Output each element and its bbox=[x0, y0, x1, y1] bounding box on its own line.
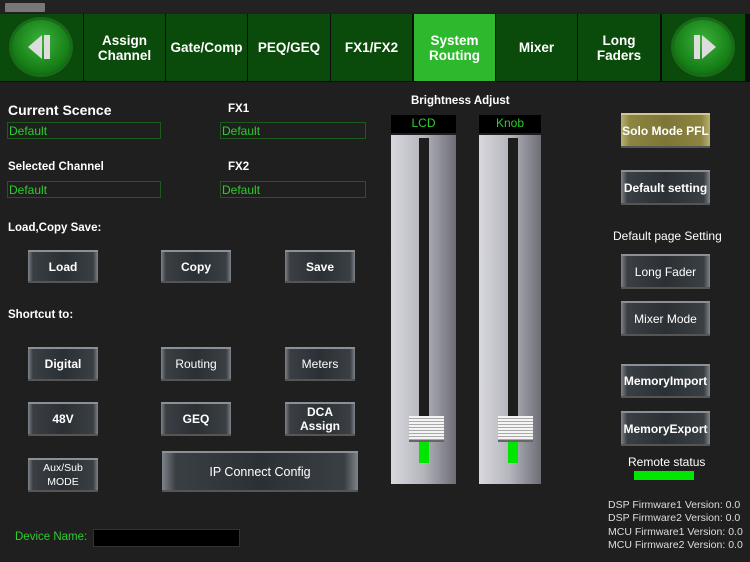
shortcut-label: Shortcut to: bbox=[8, 309, 74, 321]
digital-button[interactable]: Digital bbox=[28, 347, 98, 381]
device-name-input[interactable] bbox=[93, 529, 240, 547]
selected-channel-field[interactable]: Default bbox=[7, 181, 161, 198]
tab-system-routing[interactable]: System Routing bbox=[414, 14, 495, 81]
slider-track bbox=[508, 138, 518, 463]
next-icon bbox=[674, 20, 732, 74]
slider-thumb[interactable] bbox=[409, 416, 444, 442]
fx1-field[interactable]: Default bbox=[220, 122, 366, 139]
status-strip bbox=[0, 0, 750, 13]
remote-status-indicator bbox=[634, 471, 694, 480]
slider-fill bbox=[419, 442, 429, 463]
nav-bar: Assign Channel Gate/Comp PEQ/GEQ FX1/FX2… bbox=[0, 14, 750, 82]
window-handle bbox=[5, 3, 45, 12]
slider-fill bbox=[508, 442, 518, 463]
remote-status-label: Remote status bbox=[628, 455, 706, 469]
default-setting-button[interactable]: Default setting bbox=[621, 170, 710, 205]
knob-brightness-slider[interactable] bbox=[479, 135, 541, 484]
routing-button[interactable]: Routing bbox=[161, 347, 231, 381]
current-scene-label: Current Scence bbox=[8, 102, 112, 118]
tab-mixer[interactable]: Mixer bbox=[496, 14, 577, 81]
save-button[interactable]: Save bbox=[285, 250, 355, 283]
prev-page-button[interactable] bbox=[0, 14, 83, 81]
memory-import-button[interactable]: MemoryImport bbox=[621, 364, 710, 398]
slider-thumb[interactable] bbox=[498, 416, 533, 442]
next-page-button[interactable] bbox=[662, 14, 745, 81]
fx2-field[interactable]: Default bbox=[220, 181, 366, 198]
current-scene-field[interactable]: Default bbox=[7, 122, 161, 139]
default-page-setting-label: Default page Setting bbox=[613, 229, 722, 243]
fx2-label: FX2 bbox=[228, 161, 250, 173]
slider-track bbox=[419, 138, 429, 463]
mixer-mode-button[interactable]: Mixer Mode bbox=[621, 301, 710, 336]
selected-channel-label: Selected Channel bbox=[8, 161, 104, 173]
geq-button[interactable]: GEQ bbox=[161, 402, 231, 436]
dsp-firmware1-version: DSP Firmware1 Version: 0.0 bbox=[608, 499, 741, 511]
tab-fx1-fx2[interactable]: FX1/FX2 bbox=[331, 14, 412, 81]
solo-mode-pfl-button[interactable]: Solo Mode PFL bbox=[621, 113, 710, 148]
tab-long-faders[interactable]: Long Faders bbox=[578, 14, 660, 81]
aux-sub-mode-button[interactable]: Aux/Sub MODE bbox=[28, 458, 98, 492]
lcd-brightness-slider[interactable] bbox=[391, 135, 456, 484]
copy-button[interactable]: Copy bbox=[161, 250, 231, 283]
tab-gate-comp[interactable]: Gate/Comp bbox=[166, 14, 247, 81]
mcu-firmware1-version: MCU Firmware1 Version: 0.0 bbox=[608, 525, 743, 538]
knob-label: Knob bbox=[479, 115, 541, 133]
dsp-firmware2-version: DSP Firmware2 Version: 0.0 bbox=[608, 512, 741, 525]
brightness-title: Brightness Adjust bbox=[411, 95, 510, 107]
load-copy-save-label: Load,Copy Save: bbox=[8, 222, 102, 234]
48v-button[interactable]: 48V bbox=[28, 402, 98, 436]
ip-connect-config-button[interactable]: IP Connect Config bbox=[162, 451, 358, 492]
fx1-label: FX1 bbox=[228, 103, 250, 115]
memory-export-button[interactable]: MemoryExport bbox=[621, 411, 710, 446]
meters-button[interactable]: Meters bbox=[285, 347, 355, 381]
device-name-label: Device Name: bbox=[15, 531, 88, 543]
firmware-info: DSP Firmware1 Version: 0.0 DSP Firmware2… bbox=[608, 499, 743, 552]
mcu-firmware2-version: MCU Firmware2 Version: 0.0 bbox=[608, 538, 743, 551]
tab-peq-geq[interactable]: PEQ/GEQ bbox=[248, 14, 330, 81]
dca-assign-button[interactable]: DCA Assign bbox=[285, 402, 355, 436]
prev-icon bbox=[12, 20, 70, 74]
load-button[interactable]: Load bbox=[28, 250, 98, 283]
tab-assign-channel[interactable]: Assign Channel bbox=[84, 14, 165, 81]
long-fader-button[interactable]: Long Fader bbox=[621, 254, 710, 289]
lcd-label: LCD bbox=[391, 115, 456, 133]
